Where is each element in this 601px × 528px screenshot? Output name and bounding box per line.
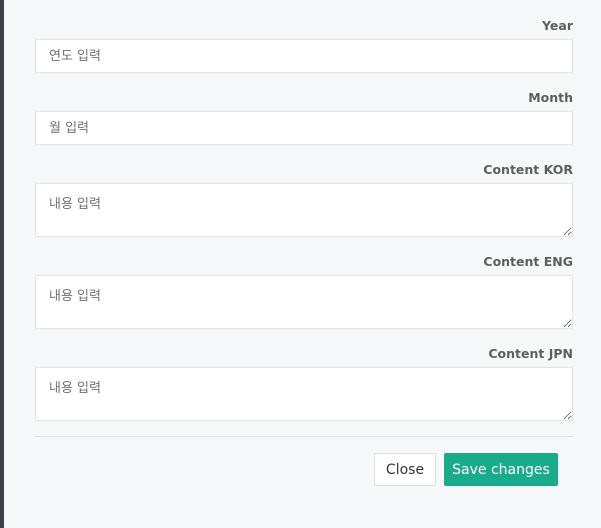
content-kor-textarea[interactable]: [35, 183, 573, 237]
backdrop-edge: [0, 0, 4, 528]
content-jpn-textarea[interactable]: [35, 367, 573, 421]
content-jpn-label: Content JPN: [488, 346, 573, 361]
month-input[interactable]: [35, 111, 573, 145]
month-label: Month: [528, 90, 573, 105]
content-kor-label: Content KOR: [483, 162, 573, 177]
footer-divider: [35, 436, 573, 437]
content-eng-label: Content ENG: [483, 254, 573, 269]
save-changes-button[interactable]: Save changes: [444, 453, 558, 486]
year-label: Year: [542, 18, 573, 33]
year-input[interactable]: [35, 39, 573, 73]
content-eng-textarea[interactable]: [35, 275, 573, 329]
close-button[interactable]: Close: [374, 453, 436, 486]
